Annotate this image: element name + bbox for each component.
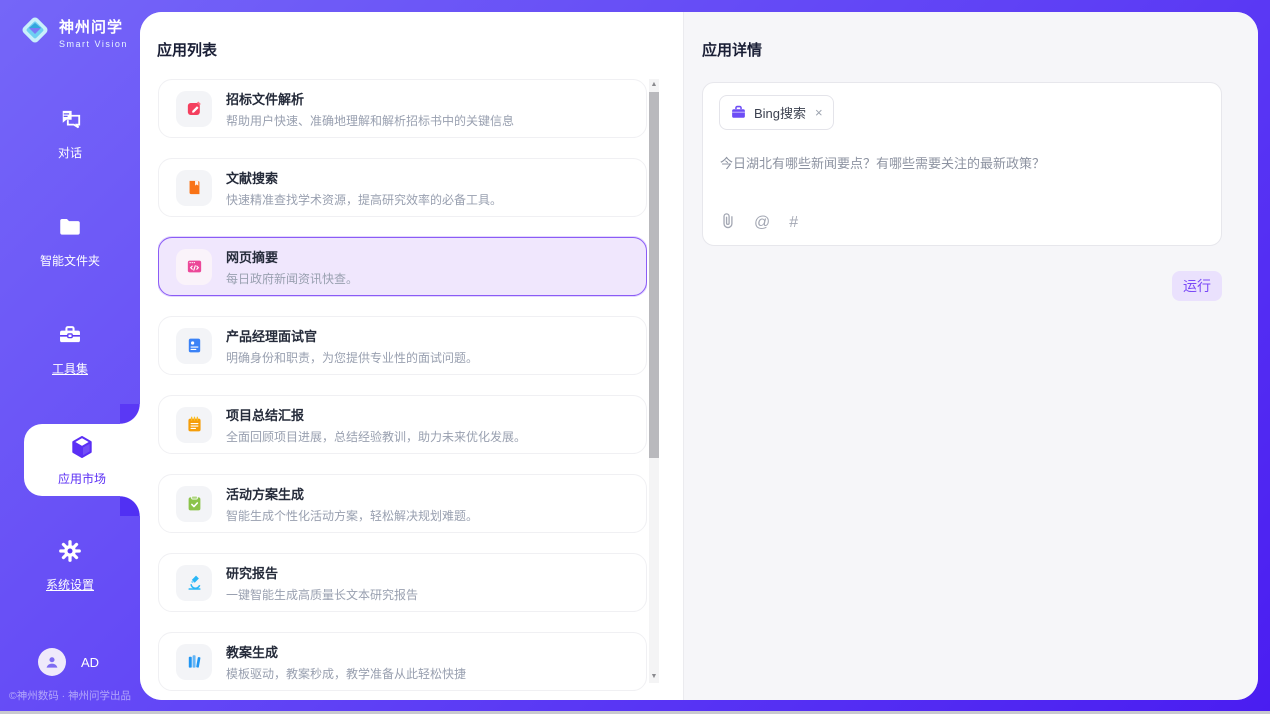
attachment-toolbar: @ # <box>720 212 798 233</box>
app-list-pane: 应用列表 招标文件解析帮助用户快速、准确地理解和解析招标书中的关键信息文献搜索快… <box>140 12 683 700</box>
app-card-text: 研究报告一键智能生成高质量长文本研究报告 <box>226 563 418 603</box>
sidebar-item-label: 工具集 <box>52 360 88 377</box>
app-card-text: 产品经理面试官明确身份和职责，为您提供专业性的面试问题。 <box>226 326 478 366</box>
tool-chip-bing-search[interactable]: Bing搜索 × <box>719 95 834 130</box>
scrollbar[interactable]: ▲ ▼ <box>649 79 659 683</box>
app-card-5[interactable]: 项目总结汇报全面回顾项目进展，总结经验教训，助力未来优化发展。 <box>158 395 647 454</box>
avatar[interactable] <box>38 648 66 676</box>
app-card-desc: 一键智能生成高质量长文本研究报告 <box>226 586 418 603</box>
app-card-4[interactable]: 产品经理面试官明确身份和职责，为您提供专业性的面试问题。 <box>158 316 647 375</box>
app-window: 神州问学 Smart Vision 对话智能文件夹工具集应用市场系统设置 AD … <box>0 0 1270 711</box>
app-card-text: 网页摘要每日政府新闻资讯快查。 <box>226 247 358 287</box>
user-row[interactable]: AD <box>38 648 99 676</box>
scroll-up-icon[interactable]: ▲ <box>649 79 659 91</box>
app-card-3[interactable]: 网页摘要每日政府新闻资讯快查。 <box>158 237 647 296</box>
app-card-1[interactable]: 招标文件解析帮助用户快速、准确地理解和解析招标书中的关键信息 <box>158 79 647 138</box>
briefcase-icon <box>730 104 747 121</box>
app-card-text: 教案生成模板驱动，教案秒成，教学准备从此轻松快捷 <box>226 642 466 682</box>
books-icon <box>176 644 212 680</box>
app-card-name: 招标文件解析 <box>226 89 514 108</box>
main-panel: 应用列表 招标文件解析帮助用户快速、准确地理解和解析招标书中的关键信息文献搜索快… <box>140 12 1258 700</box>
active-notch-top <box>120 404 140 424</box>
app-card-name: 研究报告 <box>226 563 418 582</box>
app-card-desc: 模板驱动，教案秒成，教学准备从此轻松快捷 <box>226 665 466 682</box>
query-input-card[interactable]: Bing搜索 × 今日湖北有哪些新闻要点？有哪些需要关注的最新政策？ @ # <box>702 82 1222 246</box>
sidebar-item-label: 对话 <box>58 144 82 161</box>
app-card-name: 网页摘要 <box>226 247 358 266</box>
sidebar-footer: ©神州数码 · 神州问学出品 <box>0 688 140 703</box>
sidebar-item-1[interactable]: 对话 <box>0 106 140 161</box>
app-card-name: 项目总结汇报 <box>226 405 526 424</box>
chat-icon <box>57 106 83 137</box>
sidebar-item-5[interactable]: 系统设置 <box>0 538 140 593</box>
app-card-desc: 全面回顾项目进展，总结经验教训，助力未来优化发展。 <box>226 428 526 445</box>
hash-icon[interactable]: # <box>789 215 798 231</box>
microscope-icon <box>176 565 212 601</box>
app-card-text: 招标文件解析帮助用户快速、准确地理解和解析招标书中的关键信息 <box>226 89 514 129</box>
brand-name: 神州问学 <box>59 16 128 37</box>
brand: 神州问学 Smart Vision <box>18 13 128 52</box>
cube-icon <box>69 434 95 465</box>
sidebar-item-4[interactable]: 应用市场 <box>24 424 140 496</box>
sidebar-item-3[interactable]: 工具集 <box>0 322 140 377</box>
sidebar-item-label: 应用市场 <box>58 470 106 487</box>
clipboard-check-icon <box>176 486 212 522</box>
app-card-text: 活动方案生成智能生成个性化活动方案，轻松解决规划难题。 <box>226 484 478 524</box>
sidebar: 神州问学 Smart Vision 对话智能文件夹工具集应用市场系统设置 AD … <box>0 0 140 711</box>
app-card-6[interactable]: 活动方案生成智能生成个性化活动方案，轻松解决规划难题。 <box>158 474 647 533</box>
gear-icon <box>57 538 83 569</box>
app-card-desc: 每日政府新闻资讯快查。 <box>226 270 358 287</box>
app-card-desc: 智能生成个性化活动方案，轻松解决规划难题。 <box>226 507 478 524</box>
sidebar-item-2[interactable]: 智能文件夹 <box>0 214 140 269</box>
close-icon[interactable]: × <box>815 105 823 120</box>
app-card-desc: 快速精准查找学术资源，提高研究效率的必备工具。 <box>226 191 502 208</box>
app-card-list: 招标文件解析帮助用户快速、准确地理解和解析招标书中的关键信息文献搜索快速精准查找… <box>158 79 647 700</box>
app-card-name: 产品经理面试官 <box>226 326 478 345</box>
toolbox-icon <box>57 322 83 353</box>
app-card-7[interactable]: 研究报告一键智能生成高质量长文本研究报告 <box>158 553 647 612</box>
app-detail-pane: 应用详情 Bing搜索 × 今日湖北有哪些新闻要点？有哪些需要关注的最新政策？ <box>683 12 1258 700</box>
user-initials: AD <box>81 655 99 670</box>
brand-subtitle: Smart Vision <box>59 39 128 49</box>
app-detail-title: 应用详情 <box>702 39 762 60</box>
gem-diamond-icon <box>18 13 52 52</box>
at-icon[interactable]: @ <box>754 215 770 231</box>
app-card-name: 活动方案生成 <box>226 484 478 503</box>
app-card-text: 文献搜索快速精准查找学术资源，提高研究效率的必备工具。 <box>226 168 502 208</box>
sidebar-item-label: 系统设置 <box>46 576 94 593</box>
app-card-text: 项目总结汇报全面回顾项目进展，总结经验教训，助力未来优化发展。 <box>226 405 526 445</box>
resume-icon <box>176 328 212 364</box>
edit-document-icon <box>176 91 212 127</box>
paperclip-icon[interactable] <box>720 212 735 233</box>
app-card-desc: 帮助用户快速、准确地理解和解析招标书中的关键信息 <box>226 112 514 129</box>
sidebar-item-label: 智能文件夹 <box>40 252 100 269</box>
app-list-title: 应用列表 <box>157 39 217 60</box>
app-card-desc: 明确身份和职责，为您提供专业性的面试问题。 <box>226 349 478 366</box>
tool-chip-label: Bing搜索 <box>754 103 806 122</box>
query-text[interactable]: 今日湖北有哪些新闻要点？有哪些需要关注的最新政策？ <box>720 153 1205 172</box>
app-card-2[interactable]: 文献搜索快速精准查找学术资源，提高研究效率的必备工具。 <box>158 158 647 217</box>
app-card-name: 教案生成 <box>226 642 466 661</box>
app-card-name: 文献搜索 <box>226 168 502 187</box>
person-icon <box>43 653 61 671</box>
run-button[interactable]: 运行 <box>1172 271 1222 301</box>
folder-icon <box>57 214 83 245</box>
scroll-down-icon[interactable]: ▼ <box>649 671 659 683</box>
app-card-8[interactable]: 教案生成模板驱动，教案秒成，教学准备从此轻松快捷 <box>158 632 647 691</box>
notepad-icon <box>176 407 212 443</box>
browser-code-icon <box>176 249 212 285</box>
active-notch-bottom <box>120 496 140 516</box>
book-icon <box>176 170 212 206</box>
scrollbar-thumb[interactable] <box>649 92 659 458</box>
